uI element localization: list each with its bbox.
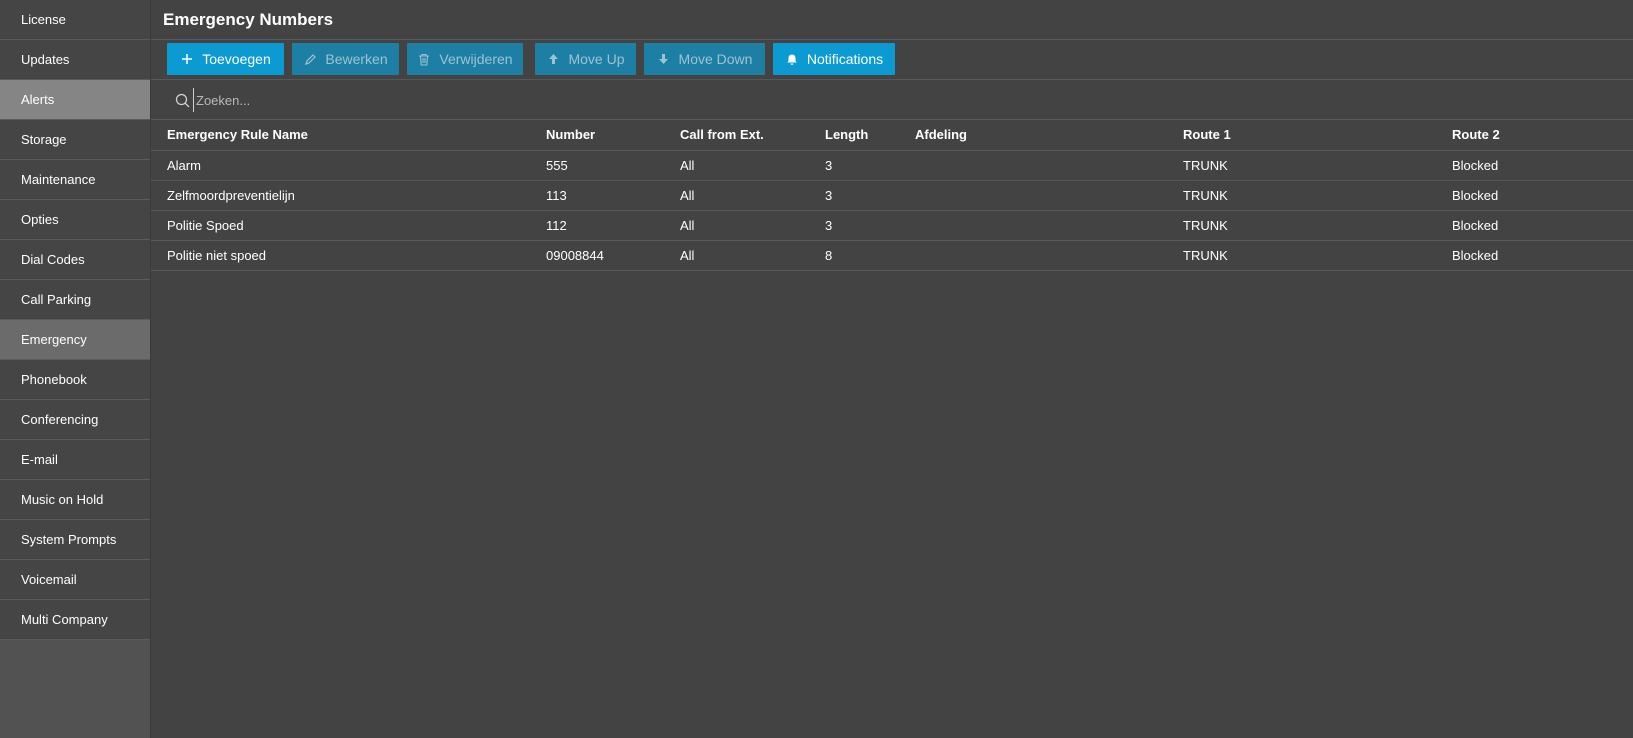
cell-route-1: TRUNK [1183, 150, 1452, 181]
sidebar-item-multi-company[interactable]: Multi Company [0, 600, 150, 640]
cell-afdeling [915, 180, 1183, 211]
column-header-call-from[interactable]: Call from Ext. [680, 120, 825, 151]
column-header-afdeling[interactable]: Afdeling [915, 120, 1183, 151]
sidebar-item-music-on-hold[interactable]: Music on Hold [0, 480, 150, 520]
cell-route-1: TRUNK [1183, 240, 1452, 271]
move-down-button[interactable]: Move Down [644, 43, 765, 75]
add-button-label: Toevoegen [202, 51, 271, 67]
cell-length: 3 [825, 180, 915, 211]
column-header-number[interactable]: Number [546, 120, 680, 151]
sidebar-item-system-prompts[interactable]: System Prompts [0, 520, 150, 560]
sidebar-item-emergency[interactable]: Emergency [0, 320, 150, 360]
sidebar-item-license[interactable]: License [0, 0, 150, 40]
plus-icon [180, 52, 194, 66]
cell-length: 8 [825, 240, 915, 271]
cell-route-2: Blocked [1452, 150, 1633, 181]
arrow-up-icon [546, 52, 560, 66]
page-title: Emergency Numbers [151, 0, 1633, 40]
column-header-length[interactable]: Length [825, 120, 915, 151]
column-header-route-2[interactable]: Route 2 [1452, 120, 1633, 151]
cell-rule-name: Alarm [151, 150, 546, 181]
delete-button-label: Verwijderen [439, 51, 513, 67]
sidebar-item-phonebook[interactable]: Phonebook [0, 360, 150, 400]
sidebar-item-storage[interactable]: Storage [0, 120, 150, 160]
toolbar: Toevoegen Bewerken Verwijderen Move Up M… [151, 40, 1633, 80]
sidebar-item-call-parking[interactable]: Call Parking [0, 280, 150, 320]
sidebar-item-alerts[interactable]: Alerts [0, 80, 150, 120]
sidebar-item-updates[interactable]: Updates [0, 40, 150, 80]
sidebar-nav: License Updates Alerts Storage Maintenan… [0, 0, 151, 738]
table-row[interactable]: Politie niet spoed 09008844 All 8 TRUNK … [151, 240, 1633, 271]
sidebar-item-conferencing[interactable]: Conferencing [0, 400, 150, 440]
table-row[interactable]: Alarm 555 All 3 TRUNK Blocked [151, 150, 1633, 181]
sidebar-item-opties[interactable]: Opties [0, 200, 150, 240]
move-up-button[interactable]: Move Up [535, 43, 636, 75]
cell-call-from: All [680, 240, 825, 271]
cell-route-1: TRUNK [1183, 210, 1452, 241]
cell-number: 09008844 [546, 240, 680, 271]
pencil-icon [303, 52, 317, 66]
sidebar-item-voicemail[interactable]: Voicemail [0, 560, 150, 600]
cell-route-2: Blocked [1452, 210, 1633, 241]
table-header-row: Emergency Rule Name Number Call from Ext… [151, 120, 1633, 151]
cell-length: 3 [825, 210, 915, 241]
move-down-button-label: Move Down [678, 51, 753, 67]
cell-route-1: TRUNK [1183, 180, 1452, 211]
column-header-route-1[interactable]: Route 1 [1183, 120, 1452, 151]
cell-call-from: All [680, 150, 825, 181]
cell-number: 112 [546, 210, 680, 241]
sidebar-item-maintenance[interactable]: Maintenance [0, 160, 150, 200]
cell-afdeling [915, 240, 1183, 271]
cell-number: 555 [546, 150, 680, 181]
sidebar-item-dial-codes[interactable]: Dial Codes [0, 240, 150, 280]
search-bar [151, 80, 1633, 120]
add-button[interactable]: Toevoegen [167, 43, 284, 75]
cell-rule-name: Zelfmoordpreventielijn [151, 180, 546, 211]
search-input[interactable] [193, 88, 593, 112]
cell-afdeling [915, 150, 1183, 181]
bell-icon [785, 52, 799, 66]
emergency-numbers-table: Emergency Rule Name Number Call from Ext… [151, 120, 1633, 271]
edit-button[interactable]: Bewerken [292, 43, 399, 75]
main-panel: Emergency Numbers Toevoegen Bewerken Ver… [151, 0, 1633, 738]
move-up-button-label: Move Up [568, 51, 625, 67]
search-icon [175, 93, 190, 108]
arrow-down-icon [657, 52, 671, 66]
cell-afdeling [915, 210, 1183, 241]
notifications-button[interactable]: Notifications [773, 43, 895, 75]
edit-button-label: Bewerken [325, 51, 388, 67]
delete-button[interactable]: Verwijderen [407, 43, 523, 75]
cell-length: 3 [825, 150, 915, 181]
cell-call-from: All [680, 210, 825, 241]
cell-rule-name: Politie Spoed [151, 210, 546, 241]
sidebar-item-email[interactable]: E-mail [0, 440, 150, 480]
column-header-rule-name[interactable]: Emergency Rule Name [151, 120, 546, 151]
cell-route-2: Blocked [1452, 180, 1633, 211]
trash-icon [417, 52, 431, 66]
cell-number: 113 [546, 180, 680, 211]
cell-route-2: Blocked [1452, 240, 1633, 271]
table-row[interactable]: Zelfmoordpreventielijn 113 All 3 TRUNK B… [151, 180, 1633, 211]
table-row[interactable]: Politie Spoed 112 All 3 TRUNK Blocked [151, 210, 1633, 241]
cell-call-from: All [680, 180, 825, 211]
cell-rule-name: Politie niet spoed [151, 240, 546, 271]
notifications-button-label: Notifications [806, 51, 884, 67]
